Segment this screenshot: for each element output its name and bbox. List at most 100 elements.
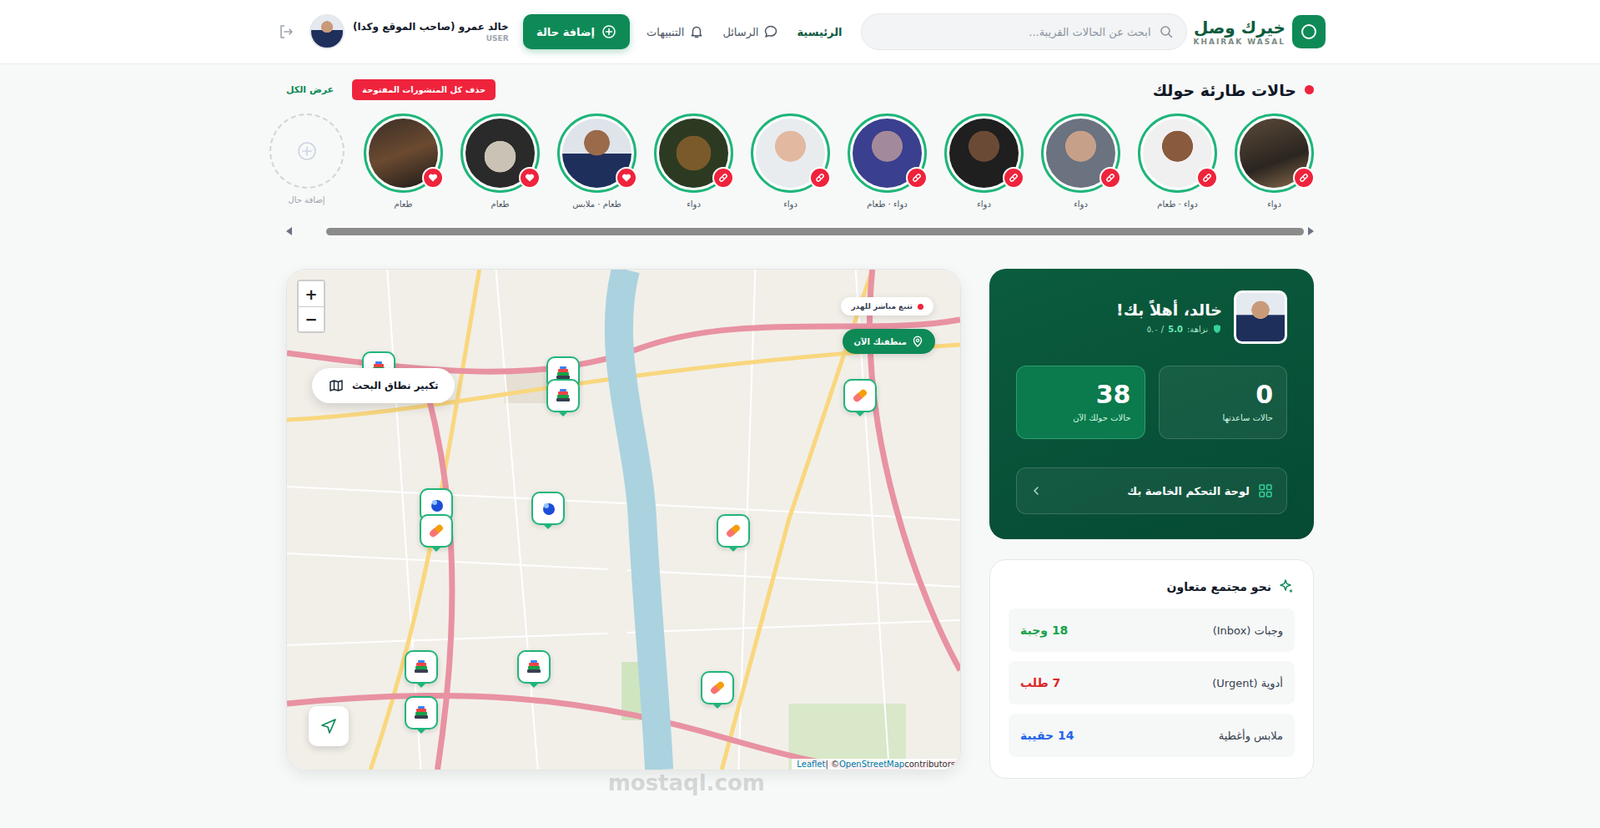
side-column: خالد، أهلاً بك!نزاهة:5.0/ ٥.٠0حالات ساعد… [989,268,1314,779]
user-name: خالد عمرو (صاحب الموقع وكدا) [352,20,509,33]
story-item[interactable]: دواء [944,113,1024,209]
story-badge [1002,166,1025,189]
story-item[interactable]: طعام [460,113,540,209]
add-story-label: إضافة حال [287,195,325,205]
story-label: طعام [490,199,509,209]
map-marker[interactable] [517,649,551,684]
story-item[interactable]: دواء [1041,113,1121,209]
user-avatar [309,14,345,50]
brand-subtitle: KHAIRAK WASAL [1193,37,1287,46]
delete-all-button[interactable]: حذف كل المنشورات المفتوحة [352,79,496,101]
story-item[interactable]: دواء [654,113,734,209]
story-badge [422,166,444,189]
pill-icon [723,520,744,541]
welcome-card: خالد، أهلاً بك!نزاهة:5.0/ ٥.٠0حالات ساعد… [989,268,1314,539]
story-badge [1196,166,1218,189]
nav-item[interactable]: التنبيهات [646,24,705,40]
stat-label: حالات حولك الآن [1030,412,1132,423]
story-badge [615,166,638,189]
scroll-thumb[interactable] [326,227,1304,236]
search-icon [1159,25,1173,39]
pill-icon [850,385,871,406]
scroll-right-icon[interactable] [1307,226,1314,236]
pill-icon [1298,172,1309,183]
dashboard-grid: خالد، أهلاً بك!نزاهة:5.0/ ٥.٠0حالات ساعد… [286,268,1314,779]
main-content: حالات طارئة حولكحذف كل المنشورات المفتوح… [286,64,1314,828]
stat-value: 0 [1172,379,1274,410]
dot-icon [538,498,558,518]
zoom-in-button[interactable]: + [298,281,324,307]
logout-button[interactable] [274,20,298,44]
story-badge [905,166,928,189]
community-value: 14 حقيبة [1020,728,1074,742]
search-field[interactable] [860,13,1188,51]
search-input[interactable] [875,25,1153,40]
pill-icon [718,172,729,183]
osm-link[interactable]: OpenStreetMap [839,759,905,769]
story-badge [809,166,831,189]
dot-icon [427,495,446,514]
zoom-out-button[interactable]: − [298,306,324,332]
community-row: أدوية (Urgent)7 طلب [1008,660,1295,705]
map-column: +−تكبير نطاق البحثتتبع مباشر للهدرمنطقتك… [286,268,962,770]
map-marker[interactable] [843,378,877,413]
main-nav: الرئيسية الرسائل التنبيهات [646,24,843,40]
community-row: وجبات (Inbox)18 وجبة [1008,608,1295,652]
story-item[interactable]: دواء [1234,113,1314,209]
community-row: ملابس وأغطية14 حقيبة [1008,713,1295,757]
user-menu[interactable]: خالد عمرو (صاحب الموقع وكدا)USER [309,14,509,50]
story-item[interactable]: دواء · طعام [847,113,927,209]
map-marker[interactable] [404,695,438,730]
stories-section: حالات طارئة حولكحذف كل المنشورات المفتوح… [286,79,1314,236]
zoom-control: +− [296,279,326,333]
map-marker[interactable] [700,670,735,705]
navigation-icon [319,716,338,735]
bell-icon [689,24,705,40]
map-marker[interactable] [419,513,453,548]
books-icon [411,702,432,723]
profile-avatar [1233,290,1288,344]
nav-item[interactable]: الرئيسية [796,25,842,39]
heart-icon [621,172,632,183]
view-all-link[interactable]: عرض الكل [286,84,334,96]
map-marker[interactable] [716,513,750,548]
story-item[interactable]: دواء · طعام [1137,113,1218,209]
map-marker[interactable] [546,378,580,413]
story-label: طعام [393,199,413,209]
pill-icon [426,520,447,541]
story-badge [1293,166,1315,189]
story-label: دواء · طعام [1157,199,1198,209]
watermark: mostaql.com [608,769,765,795]
story-label: دواء · طعام [866,199,907,209]
nav-item[interactable]: الرسائل [722,24,779,40]
dashboard-button[interactable]: لوحة التحكم الخاصة بك [1016,467,1288,514]
community-card: نحو مجتمع متعاون وجبات (Inbox)18 وجبة أدوي… [989,558,1314,779]
add-story[interactable]: إضافة حال [266,113,347,209]
brand[interactable]: خيرك وصلKHAIRAK WASAL [1193,15,1327,49]
my-area-button[interactable]: منطقتك الآن [842,328,936,354]
scroll-left-icon[interactable] [286,226,293,236]
story-label: طعام · ملابس [572,199,621,209]
stat-label: حالات ساعدتها [1172,412,1274,423]
map[interactable]: +−تكبير نطاق البحثتتبع مباشر للهدرمنطقتك… [286,268,962,770]
locate-button[interactable] [308,705,349,746]
stat-box[interactable]: 0 حالات ساعدتها [1158,365,1289,439]
logout-icon [277,23,295,41]
map-attribution: Leaflet| ©OpenStreetMapcontributors [791,758,961,770]
map-marker[interactable] [404,649,438,684]
map-marker[interactable] [531,491,565,525]
story-item[interactable]: طعام · ملابس [557,113,637,209]
expand-search-button[interactable]: تكبير نطاق البحث [311,367,455,403]
community-title: نحو مجتمع متعاون [1167,579,1273,594]
story-item[interactable]: دواء [750,113,831,209]
add-case-button[interactable]: إضافة حالة [523,14,630,50]
books-icon [523,656,544,677]
story-item[interactable]: طعام [363,113,443,209]
stories-scrollbar[interactable] [286,226,1314,236]
live-dot [917,303,924,310]
stat-box[interactable]: 38حالات حولك الآن [1016,365,1146,439]
app-page: خيرك وصلKHAIRAK WASAL الرئيسية الرسائل التن… [0,0,1600,828]
leaflet-link[interactable]: Leaflet [796,759,826,769]
plus-circle-icon [601,24,617,40]
community-label: أدوية (Urgent) [1212,676,1284,690]
